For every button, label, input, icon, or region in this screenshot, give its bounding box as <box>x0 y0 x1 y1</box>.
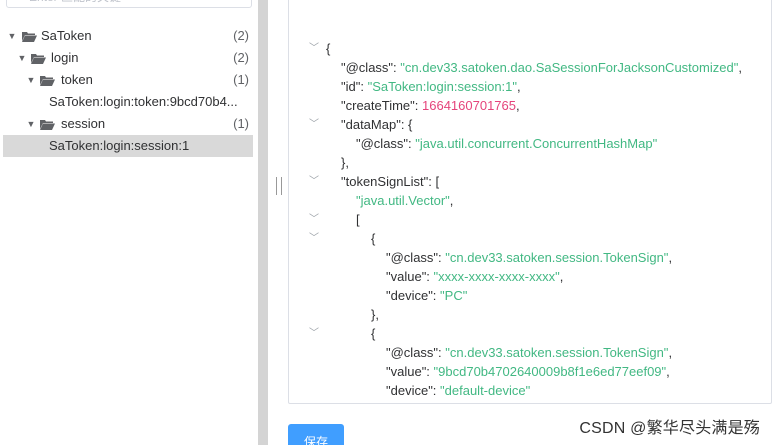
tree-node-label: session <box>61 116 106 131</box>
resize-handle[interactable] <box>276 177 282 195</box>
caret-down-icon[interactable]: ▼ <box>6 25 18 47</box>
tree-node-satoken[interactable]: ▼ SaToken (2) <box>3 25 253 47</box>
tree-node-count: (2) <box>233 50 249 65</box>
fold-chevron-icon[interactable]: ﹀ <box>309 172 321 191</box>
tree-leaf-token-key[interactable]: SaToken:login:token:9bcd70b4... <box>3 91 253 113</box>
tree-filter-input[interactable]: Enter 匹配的关键 <box>6 0 252 8</box>
fold-chevron-icon[interactable]: ﹀ <box>309 324 321 343</box>
caret-down-icon[interactable]: ▼ <box>25 113 37 135</box>
tree-node-session[interactable]: ▼ session (1) <box>3 113 253 135</box>
folder-open-icon <box>22 32 37 42</box>
tree-node-count: (1) <box>233 116 249 131</box>
tree-leaf-session-key[interactable]: SaToken:login:session:1 <box>3 135 253 157</box>
fold-chevron-icon[interactable]: ﹀ <box>309 115 321 134</box>
fold-chevron-icon[interactable]: ﹀ <box>309 229 321 248</box>
panel-divider[interactable] <box>258 0 268 445</box>
key-tree-panel: Enter 匹配的关键 ▼ SaToken (2) ▼ login (2) ▼ … <box>0 0 258 445</box>
tree-node-label: SaToken:login:token:9bcd70b4... <box>49 94 238 109</box>
folder-open-icon <box>40 120 55 130</box>
caret-down-icon[interactable]: ▼ <box>16 47 28 69</box>
watermark: CSDN @繁华尽头满是殇 <box>579 420 760 437</box>
tree-node-count: (2) <box>233 28 249 43</box>
tree-node-label: token <box>61 72 93 87</box>
tree-node-label: login <box>51 50 79 65</box>
fold-chevron-icon[interactable]: ﹀ <box>309 210 321 229</box>
json-viewer[interactable]: ﹀ { "@class": "cn.dev33.satoken.dao.SaSe… <box>288 0 772 404</box>
save-button[interactable]: 保存 <box>288 424 344 445</box>
tree-node-count: (1) <box>233 72 249 87</box>
tree-node-login[interactable]: ▼ login (2) <box>3 47 253 69</box>
tree-node-label: SaToken <box>41 28 92 43</box>
tree-node-token[interactable]: ▼ token (1) <box>3 69 253 91</box>
caret-down-icon[interactable]: ▼ <box>25 69 37 91</box>
fold-chevron-icon[interactable]: ﹀ <box>309 39 321 58</box>
folder-open-icon <box>31 54 46 64</box>
folder-open-icon <box>40 76 55 86</box>
tree-node-label: SaToken:login:session:1 <box>49 138 190 153</box>
